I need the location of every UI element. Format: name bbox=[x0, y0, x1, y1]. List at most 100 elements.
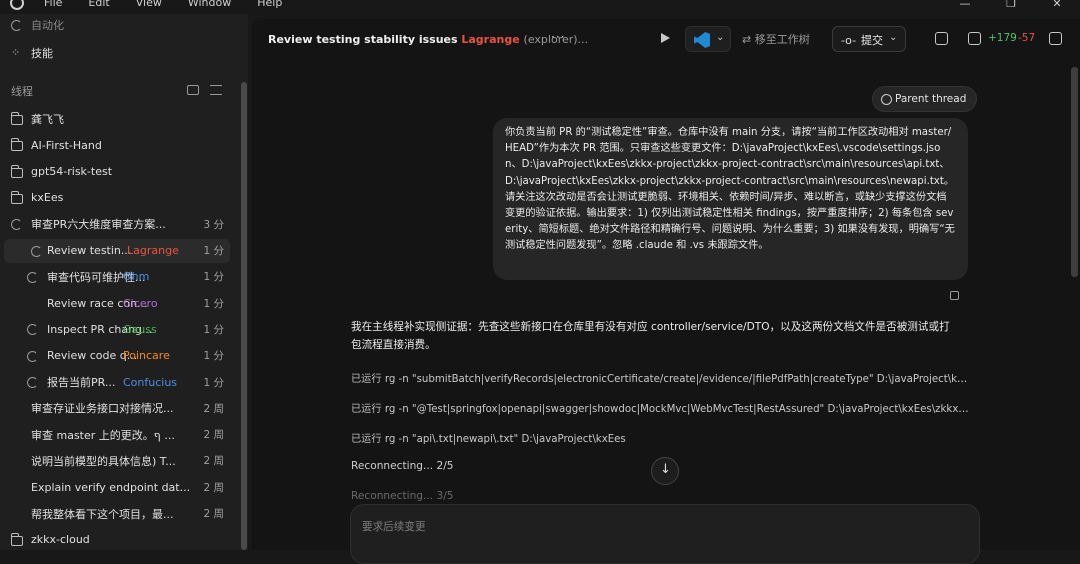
new-folder-icon[interactable] bbox=[187, 85, 199, 95]
sidebar-thread-agent: Cicero bbox=[123, 296, 158, 310]
commit-icon: -o- bbox=[841, 34, 857, 47]
sidebar-thread-label: 帮我整体看下这个项目，最... bbox=[31, 507, 174, 521]
sidebar-thread-label: Explain verify endpoint dat... bbox=[31, 480, 191, 494]
main-scrollbar[interactable] bbox=[1071, 67, 1078, 277]
sidebar-thread-agent: Confucius bbox=[123, 375, 178, 389]
sidebar-item-skills[interactable]: ⁘ 技能 bbox=[0, 41, 240, 65]
diff-icon[interactable] bbox=[968, 32, 981, 45]
command-entry[interactable]: 已运行 rg -n "api\.txt|newapi\.txt" D:\java… bbox=[351, 430, 971, 445]
parent-thread-button[interactable]: Parent thread bbox=[872, 86, 978, 112]
command-prefix: 已运行 bbox=[351, 404, 382, 415]
composer[interactable]: 要求后续变更 bbox=[350, 504, 980, 564]
sidebar-folder-label: gpt54-risk-test bbox=[31, 165, 113, 179]
close-icon[interactable]: ✕ bbox=[1034, 0, 1080, 10]
sidebar-thread[interactable]: Review code q... Poincare 1 分 bbox=[0, 344, 240, 368]
sidebar-thread[interactable]: Review testin... Lagrange 1 分 bbox=[4, 238, 230, 263]
sidebar-thread[interactable]: Explain verify endpoint dat... 2 周 bbox=[0, 475, 240, 499]
sidebar-folder-label: AI-First-Hand bbox=[31, 138, 102, 152]
sidebar-folder-label: kxEes bbox=[31, 191, 64, 205]
sidebar-thread[interactable]: Review race con... Cicero 1 分 bbox=[0, 291, 240, 315]
sidebar-thread-label: 审查 master 上的更改。ף ... bbox=[31, 428, 175, 442]
scroll-to-bottom-button[interactable]: ↓ bbox=[651, 457, 679, 485]
move-to-worktree-button[interactable]: ⇄ 移至工作树 bbox=[742, 31, 810, 47]
arrow-down-icon: ↓ bbox=[660, 462, 671, 477]
open-in-vscode-button[interactable]: ⌄ bbox=[685, 26, 731, 52]
sidebar-thread[interactable]: Inspect PR chang... Gauss 1 分 bbox=[0, 317, 240, 341]
assistant-message: 我在主线程补实现侧证据：先查这些新接口在仓库里有没有对应 controller/… bbox=[351, 321, 950, 351]
sidebar-thread-time: 2 周 bbox=[203, 508, 224, 520]
terminal-icon[interactable] bbox=[935, 32, 948, 45]
sidebar-thread[interactable]: 帮我整体看下这个项目，最... 2 周 bbox=[0, 502, 240, 526]
sidebar-thread[interactable]: 报告当前PR... Confucius 1 分 bbox=[0, 370, 240, 394]
composer-placeholder: 要求后续变更 bbox=[362, 521, 426, 533]
menu-window[interactable]: Window bbox=[188, 0, 231, 9]
sidebar-folder[interactable]: 龚飞飞 bbox=[0, 107, 240, 131]
skills-icon: ⁘ bbox=[11, 46, 21, 59]
thread-title: Review testing stability issues Lagrange… bbox=[268, 33, 588, 46]
commit-button[interactable]: -o- 提交 ⌄ bbox=[832, 26, 906, 52]
copy-icon[interactable] bbox=[950, 291, 959, 300]
sidebar-thread[interactable]: 审查PR六大维度审查方案... 3 分 bbox=[0, 212, 240, 236]
sidebar-folder[interactable]: gpt54-risk-test bbox=[0, 160, 240, 184]
sidebar-thread-time: 2 周 bbox=[203, 481, 224, 494]
main-panel: Review testing stability issues Lagrange… bbox=[252, 19, 1080, 564]
command-entry[interactable]: 已运行 rg -n "submitBatch|verifyRecords|ele… bbox=[351, 370, 971, 385]
loading-spinner-icon bbox=[27, 377, 38, 388]
copy-thread-icon[interactable] bbox=[1049, 32, 1062, 45]
command-text: rg -n "@Test|springfox|openapi|swagger|s… bbox=[384, 404, 971, 415]
sidebar-item-label: 自动化 bbox=[31, 19, 64, 32]
command-text: rg -n "api\.txt|newapi\.txt" D:\javaProj… bbox=[384, 434, 626, 445]
thread-toolbar: Review testing stability issues Lagrange… bbox=[252, 19, 1080, 59]
sidebar-thread-time: 1 分 bbox=[203, 271, 224, 284]
loading-spinner-icon bbox=[27, 350, 38, 362]
app-logo-icon bbox=[10, 0, 24, 10]
minimize-icon[interactable]: — bbox=[942, 0, 988, 10]
menu-view[interactable]: View bbox=[136, 0, 162, 9]
thread-agent-name: Lagrange bbox=[461, 33, 520, 46]
sidebar-thread-label: 审查PR六大维度审查方案... bbox=[31, 218, 166, 232]
sidebar-thread[interactable]: 审查存证业务接口对接情况... 2 周 bbox=[0, 396, 240, 420]
more-options-icon[interactable]: ··· bbox=[551, 30, 565, 44]
automation-icon bbox=[11, 20, 22, 31]
move-to-worktree-label: 移至工作树 bbox=[754, 33, 810, 46]
sidebar-folder[interactable]: kxEes bbox=[0, 186, 240, 210]
sidebar-thread-label: Review testin... bbox=[47, 244, 132, 257]
menu-help[interactable]: Help bbox=[257, 0, 282, 9]
commit-label: 提交 bbox=[861, 34, 883, 47]
sidebar-thread-time: 1 分 bbox=[203, 245, 224, 257]
folder-icon bbox=[10, 190, 23, 204]
vscode-icon bbox=[694, 32, 710, 48]
command-text: rg -n "submitBatch|verifyRecords|electro… bbox=[384, 374, 971, 385]
command-entry[interactable]: 已运行 rg -n "@Test|springfox|openapi|swagg… bbox=[351, 400, 971, 415]
sidebar-thread-agent: Lagrange bbox=[127, 244, 179, 257]
branch-icon: ⇄ bbox=[742, 33, 752, 46]
chevron-down-icon: ⌄ bbox=[889, 32, 898, 43]
sidebar-scrollbar[interactable] bbox=[241, 82, 247, 550]
loading-spinner-icon bbox=[27, 271, 38, 283]
sidebar-thread[interactable]: 说明当前模型的具体信息) T... 2 周 bbox=[0, 449, 240, 473]
sidebar-item-label: 技能 bbox=[31, 47, 53, 60]
command-prefix: 已运行 bbox=[351, 374, 382, 385]
sidebar-item-automation[interactable]: 自动化 bbox=[0, 14, 240, 37]
sidebar-thread-label: 说明当前模型的具体信息) T... bbox=[31, 454, 176, 468]
loading-spinner-icon bbox=[11, 219, 22, 231]
sidebar-thread-time: 3 分 bbox=[203, 218, 224, 231]
sidebar-thread[interactable]: 审查代码可维护性... Ohm 1 分 bbox=[0, 265, 240, 289]
sidebar-thread[interactable]: 审查 master 上的更改。ף ... 2 周 bbox=[0, 423, 240, 447]
maximize-icon[interactable]: ❐ bbox=[988, 0, 1034, 10]
menu-bar: File Edit View Window Help — ❐ ✕ bbox=[0, 0, 1080, 14]
folder-icon bbox=[10, 532, 23, 546]
diff-additions: +179 bbox=[988, 32, 1017, 44]
thread-title-text: Review testing stability issues bbox=[268, 33, 458, 46]
filter-icon[interactable] bbox=[210, 85, 222, 95]
menu-edit[interactable]: Edit bbox=[88, 0, 109, 9]
reconnecting-status-faded: Reconnecting... 3/5 bbox=[351, 490, 454, 502]
sidebar-thread-time: 2 周 bbox=[203, 455, 224, 468]
sidebar-thread-time: 1 分 bbox=[203, 376, 224, 389]
sidebar-thread-time: 2 周 bbox=[203, 429, 224, 442]
sidebar-folder[interactable]: AI-First-Hand bbox=[0, 133, 240, 157]
sidebar-thread-time: 1 分 bbox=[203, 350, 224, 363]
run-icon[interactable] bbox=[661, 33, 670, 43]
sidebar-folder[interactable]: zkkx-cloud bbox=[0, 528, 240, 550]
menu-file[interactable]: File bbox=[44, 0, 62, 9]
